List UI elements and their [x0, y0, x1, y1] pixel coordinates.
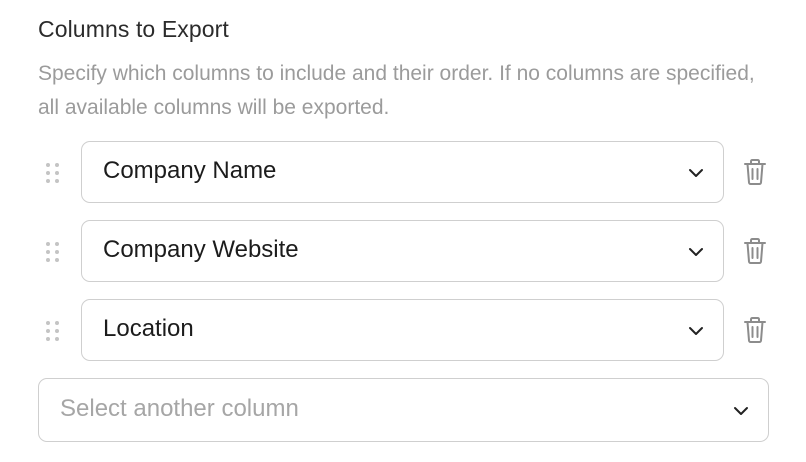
column-select-value: Location	[103, 315, 194, 342]
column-select-value: Company Website	[103, 236, 299, 263]
chevron-down-icon	[689, 327, 703, 335]
chevron-down-icon	[689, 248, 703, 256]
chevron-down-icon	[734, 407, 748, 415]
column-row: Company Name	[38, 141, 778, 205]
column-row: Company Website	[38, 220, 778, 284]
trash-icon[interactable]	[742, 237, 768, 265]
section-title: Columns to Export	[38, 16, 229, 42]
column-select-value: Company Name	[103, 157, 277, 184]
column-select[interactable]: Location	[81, 299, 724, 361]
trash-icon[interactable]	[742, 316, 768, 344]
chevron-down-icon	[689, 169, 703, 177]
trash-icon[interactable]	[742, 158, 768, 186]
drag-handle-icon[interactable]	[46, 242, 60, 264]
add-column-select[interactable]: Select another column	[38, 378, 769, 442]
column-select[interactable]: Company Name	[81, 141, 724, 203]
column-select[interactable]: Company Website	[81, 220, 724, 282]
drag-handle-icon[interactable]	[46, 163, 60, 185]
drag-handle-icon[interactable]	[46, 321, 60, 343]
section-description: Specify which columns to include and the…	[38, 62, 755, 119]
add-column-placeholder: Select another column	[60, 395, 299, 422]
column-row: Location	[38, 299, 778, 363]
